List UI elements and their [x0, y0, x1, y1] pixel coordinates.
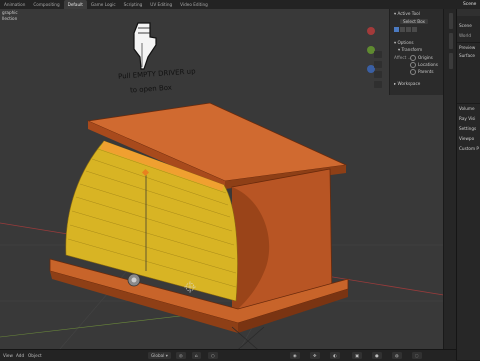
- pointing-hand-icon: [133, 22, 157, 70]
- sidebar-tab-tool[interactable]: [448, 33, 453, 49]
- preview-row[interactable]: Preview: [459, 45, 475, 50]
- workspace-header[interactable]: ▸ Workspace: [394, 81, 420, 86]
- select-mode-icons[interactable]: [394, 27, 417, 33]
- settings-row[interactable]: Settings: [459, 126, 476, 131]
- xray-icon[interactable]: ▣: [352, 352, 362, 359]
- select-new-icon[interactable]: [394, 27, 399, 32]
- properties-header: [457, 9, 480, 16]
- locations-checkbox[interactable]: Locations: [410, 62, 438, 68]
- sidebar-tab-view[interactable]: [448, 53, 453, 69]
- ray-visibility-row[interactable]: Ray Visi: [459, 116, 475, 121]
- custom-props-row[interactable]: Custom P: [459, 146, 479, 151]
- tab-default[interactable]: Default: [63, 0, 87, 9]
- affect-only-label: Affect ...: [394, 55, 412, 60]
- locations-label: Locations: [418, 62, 438, 67]
- properties-panel: Scene World Preview Surface Volume Ray V…: [456, 9, 480, 360]
- ortho-grid-icon[interactable]: [374, 81, 382, 88]
- world-row[interactable]: World: [459, 33, 471, 38]
- transform-subheader[interactable]: ▾ Transform: [398, 47, 422, 52]
- tab-scripting[interactable]: Scripting: [120, 0, 147, 9]
- active-tool-header[interactable]: ▾ Active Tool: [394, 11, 420, 16]
- scene-label: Scene: [463, 2, 477, 7]
- origins-check-icon: [410, 55, 416, 61]
- surface-row[interactable]: Surface: [459, 53, 475, 58]
- options-label: Options: [397, 40, 414, 45]
- viewport-header-line1: graphic: [2, 10, 18, 15]
- snap-icon[interactable]: ⌂: [192, 352, 201, 359]
- tab-video-editing[interactable]: Video Editing: [176, 0, 212, 9]
- viewport-nav-buttons: [374, 51, 384, 88]
- options-header[interactable]: ▾ Options: [394, 40, 414, 45]
- knob-center: [131, 277, 137, 283]
- volume-label: Volume: [459, 106, 475, 111]
- active-tool-label: Active Tool: [397, 11, 420, 16]
- menu-view[interactable]: View: [3, 353, 13, 358]
- 3d-viewport[interactable]: graphic llection Pull EMPTY DRIVER up to…: [0, 9, 456, 349]
- shading-material-icon[interactable]: ◍: [392, 352, 402, 359]
- tab-game-logic[interactable]: Game Logic: [87, 0, 120, 9]
- parents-label: Parents: [418, 69, 434, 74]
- camera-icon[interactable]: [374, 71, 382, 78]
- pivot-icon[interactable]: ◎: [176, 352, 186, 359]
- origins-label: Origins: [418, 55, 433, 60]
- transform-orientation-dropdown[interactable]: Global ▾: [148, 352, 171, 359]
- custom-props-label: Custom P: [459, 146, 479, 151]
- select-subtract-icon[interactable]: [406, 27, 411, 32]
- transform-orientation-label: Global: [151, 353, 165, 358]
- viewport-footer-bar: View Add Object Global ▾ ◎ ⌂ ○ ◉ ✥ ◐ ▣ ●…: [0, 349, 456, 361]
- menu-add[interactable]: Add: [16, 353, 24, 358]
- surface-label: Surface: [459, 53, 475, 58]
- viewport-display-row[interactable]: Viewpo: [459, 136, 474, 141]
- parents-checkbox[interactable]: Parents: [410, 69, 434, 75]
- origins-checkbox[interactable]: Origins: [410, 55, 433, 61]
- divider: [457, 103, 480, 104]
- tool-settings-panel: ▾ Active Tool Select Box ▾ Options ▾ Tra…: [389, 9, 444, 95]
- locations-check-icon: [410, 62, 416, 68]
- proportional-edit-icon[interactable]: ○: [208, 352, 218, 359]
- tab-compositing[interactable]: Compositing: [29, 0, 63, 9]
- transform-label: Transform: [401, 47, 423, 52]
- settings-label: Settings: [459, 126, 477, 131]
- visibility-icon[interactable]: ◉: [290, 352, 300, 359]
- preview-label: Preview: [459, 45, 476, 50]
- viewport-header-line2: llection: [2, 16, 18, 21]
- tab-animation[interactable]: Animation: [0, 0, 29, 9]
- ray-visibility-label: Ray Visi: [459, 116, 476, 121]
- zoom-icon[interactable]: [374, 51, 382, 58]
- shading-rendered-icon[interactable]: ◌: [412, 352, 422, 359]
- divider: [457, 42, 480, 43]
- scene-row-label: Scene: [459, 23, 472, 28]
- gizmo-x-icon[interactable]: [367, 27, 375, 35]
- select-box-label: Select Box: [403, 19, 426, 24]
- viewport-display-label: Viewpo: [459, 136, 475, 141]
- scene-selector[interactable]: Scene: [455, 0, 476, 9]
- menu-object[interactable]: Object: [28, 353, 42, 358]
- world-row-label: World: [459, 33, 472, 38]
- gizmo-toggle-icon[interactable]: ✥: [310, 352, 320, 359]
- volume-row[interactable]: Volume: [459, 106, 475, 111]
- parents-check-icon: [410, 69, 416, 75]
- select-invert-icon[interactable]: [412, 27, 417, 32]
- sidebar-tabs: [443, 9, 457, 349]
- select-box-field[interactable]: Select Box: [400, 19, 429, 24]
- shading-solid-icon[interactable]: ●: [372, 352, 382, 359]
- workspace-label: Workspace: [397, 81, 421, 86]
- select-extend-icon[interactable]: [400, 27, 405, 32]
- pan-icon[interactable]: [374, 61, 382, 68]
- tab-uv-editing[interactable]: UV Editing: [146, 0, 176, 9]
- sidebar-tab-item[interactable]: [448, 13, 453, 29]
- overlay-icon[interactable]: ◐: [330, 352, 340, 359]
- scene-row[interactable]: Scene: [459, 23, 472, 28]
